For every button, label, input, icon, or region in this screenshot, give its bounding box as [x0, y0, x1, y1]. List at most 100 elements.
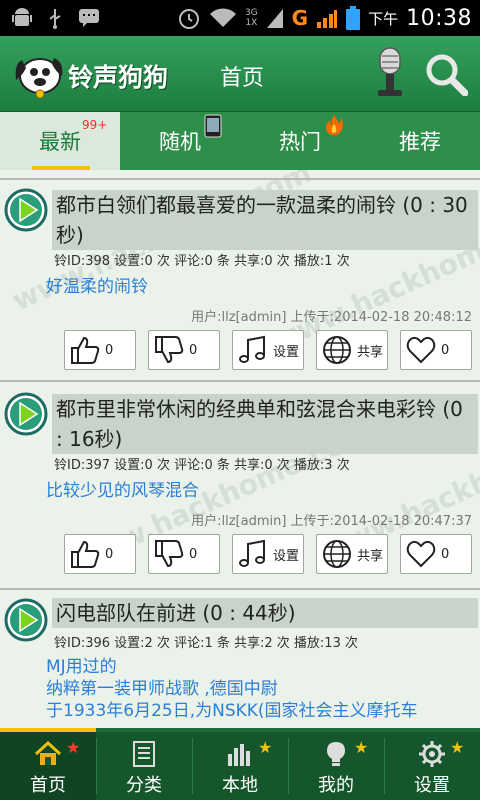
globe-icon	[323, 540, 351, 568]
nav-local[interactable]: ★ 本地	[192, 732, 288, 800]
battery-icon	[346, 6, 361, 30]
favorite-count: 0	[441, 546, 450, 562]
app-title: 铃声狗狗	[68, 63, 169, 92]
microphone-icon[interactable]	[370, 46, 410, 102]
like-button[interactable]: 0	[64, 330, 136, 370]
app-header: 铃声狗狗 首页	[0, 36, 480, 112]
dislike-button[interactable]: 0	[148, 534, 220, 574]
heart-icon	[406, 540, 436, 568]
lightbulb-icon	[327, 742, 345, 766]
ringtone-description-line[interactable]: 纳粹第一装甲师战歌 ,德国中尉	[46, 678, 278, 700]
tab-latest[interactable]: 最新 99+	[0, 112, 120, 170]
thumbs-down-icon	[155, 336, 184, 364]
favorite-button[interactable]: 0	[400, 330, 472, 370]
tab-recommend-label: 推荐	[399, 130, 441, 154]
nav-settings-label: 设置	[414, 775, 450, 796]
ringtone-item: 闪电部队在前进 (0 : 44秒) 铃ID:396 设置:2 次 评论:1 条 …	[0, 588, 480, 730]
item-divider	[0, 178, 480, 180]
bottom-navigation: ★ 首页 分类 ★ 本地 ★ 我的 ★ 设置	[0, 732, 480, 800]
ringtone-item: 都市里非常休闲的经典单和弦混合来电彩铃 (0 : 16秒) 铃ID:397 设置…	[0, 380, 480, 580]
status-bar: 3G 1X G 下午 10:38	[0, 0, 480, 36]
favorite-button[interactable]: 0	[400, 534, 472, 574]
nav-category[interactable]: 分类	[96, 732, 192, 800]
play-icon[interactable]	[4, 188, 48, 232]
wifi-icon	[209, 8, 236, 27]
list-icon	[133, 741, 155, 767]
set-ringtone-button[interactable]: 设置	[232, 330, 304, 370]
home-icon	[34, 740, 62, 765]
clock: 10:38	[406, 5, 472, 31]
share-label: 共享	[357, 344, 384, 360]
alarm-icon	[178, 9, 199, 29]
globe-icon	[323, 336, 351, 364]
star-icon: ★	[450, 738, 465, 757]
new-count-badge: 99+	[82, 118, 108, 132]
ringtone-stats: 铃ID:396 设置:2 次 评论:1 条 共享:2 次 播放:13 次	[54, 636, 358, 651]
nav-local-label: 本地	[222, 775, 258, 796]
dog-logo-icon	[15, 58, 63, 99]
star-icon: ★	[258, 738, 273, 757]
ringtone-title[interactable]: 都市里非常休闲的经典单和弦混合来电彩铃 (0 : 16秒)	[52, 394, 478, 454]
gear-icon	[419, 741, 445, 767]
network-label: 3G	[244, 8, 258, 18]
nav-settings[interactable]: ★ 设置	[384, 732, 480, 800]
ringtone-list[interactable]: www.hackhome.com www.hackhome.com www.ha…	[0, 170, 480, 730]
ringtone-item: 都市白领们都最喜爱的一款温柔的闹铃 (0 : 30秒) 铃ID:398 设置:0…	[0, 178, 480, 374]
tab-hot-label: 热门	[279, 130, 321, 154]
ringtone-stats: 铃ID:398 设置:0 次 评论:0 条 共享:0 次 播放:1 次	[54, 254, 350, 269]
chat-icon	[79, 9, 99, 27]
dislike-button[interactable]: 0	[148, 330, 220, 370]
star-icon: ★	[66, 738, 81, 757]
like-button[interactable]: 0	[64, 534, 136, 574]
ringtone-description[interactable]: 好温柔的闹铃	[46, 276, 148, 298]
signal-g-label: G	[291, 6, 309, 30]
music-note-icon	[239, 539, 265, 567]
signal-bars-icon	[317, 10, 338, 28]
ringtone-description[interactable]: 比较少见的风琴混合	[46, 480, 199, 502]
like-count: 0	[105, 546, 114, 562]
share-label: 共享	[357, 548, 384, 564]
tab-recommend[interactable]: 推荐	[360, 112, 480, 170]
nav-home[interactable]: ★ 首页	[0, 732, 96, 800]
network-sub: 1X	[245, 18, 258, 28]
tab-random[interactable]: 随机	[120, 112, 240, 170]
action-row: 0 0 设置 共享 0	[64, 534, 472, 574]
play-icon[interactable]	[4, 598, 48, 642]
ringtone-stats: 铃ID:397 设置:0 次 评论:0 条 共享:0 次 播放:3 次	[54, 458, 350, 473]
set-label: 设置	[273, 548, 300, 564]
play-icon[interactable]	[4, 392, 48, 436]
favorite-count: 0	[441, 342, 450, 358]
item-divider	[0, 380, 480, 382]
action-row: 0 0 设置 共享 0	[64, 330, 472, 370]
thumbs-up-icon	[71, 540, 100, 568]
nav-mine-label: 我的	[318, 775, 354, 796]
ringtone-description-line[interactable]: MJ用过的	[46, 656, 117, 678]
share-button[interactable]: 共享	[316, 330, 388, 370]
nav-mine[interactable]: ★ 我的	[288, 732, 384, 800]
ringtone-title[interactable]: 都市白领们都最喜爱的一款温柔的闹铃 (0 : 30秒)	[52, 190, 478, 250]
share-button[interactable]: 共享	[316, 534, 388, 574]
dislike-count: 0	[189, 546, 198, 562]
tab-hot[interactable]: 热门	[240, 112, 360, 170]
phone-icon	[204, 114, 222, 138]
signal-icon	[266, 9, 283, 28]
music-note-icon	[239, 335, 265, 363]
heart-icon	[406, 336, 436, 364]
dislike-count: 0	[189, 342, 198, 358]
thumbs-up-icon	[71, 336, 100, 364]
nav-category-label: 分类	[126, 775, 162, 796]
android-icon	[12, 8, 32, 26]
tab-bar: 最新 99+ 随机 热门 推荐	[0, 112, 480, 170]
star-icon: ★	[354, 738, 369, 757]
uploader-info: 用户:llz[admin] 上传于:2014-02-18 20:47:37	[191, 514, 472, 529]
set-ringtone-button[interactable]: 设置	[232, 534, 304, 574]
equalizer-icon	[228, 744, 250, 766]
like-count: 0	[105, 342, 114, 358]
usb-icon	[49, 9, 61, 29]
set-label: 设置	[273, 344, 300, 360]
tab-random-label: 随机	[159, 130, 201, 154]
search-icon[interactable]	[424, 52, 468, 96]
ringtone-description-line[interactable]: 于1933年6月25日,为NSKK(国家社会主义摩托车	[46, 700, 418, 722]
uploader-info: 用户:llz[admin] 上传于:2014-02-18 20:48:12	[191, 310, 472, 325]
ringtone-title[interactable]: 闪电部队在前进 (0 : 44秒)	[52, 598, 478, 628]
